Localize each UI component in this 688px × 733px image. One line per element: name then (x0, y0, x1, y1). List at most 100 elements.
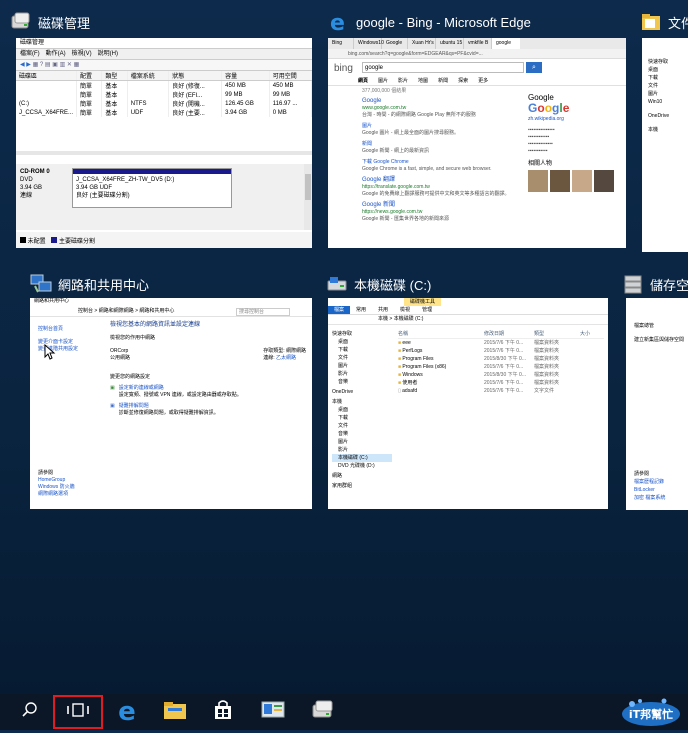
column-header[interactable]: 修改日期 (484, 330, 534, 338)
nav-item-selected[interactable]: 本機磁碟 (C:) (332, 454, 392, 462)
store-taskbar-button[interactable] (204, 694, 242, 730)
file-explorer-taskbar-button[interactable] (156, 694, 194, 730)
column-header[interactable]: 名稱 (398, 330, 484, 338)
window-disk-management[interactable]: 磁碟管理 磁碟管理 檔案(F) 動作(A) 檢視(V) 說明(H) ◀ ▶ ▦ … (10, 8, 312, 252)
browser-tab[interactable]: ubuntu 15 (436, 38, 464, 49)
column-header[interactable]: 類型 (101, 71, 128, 81)
sidebar-item[interactable]: 控制台首頁 (38, 326, 98, 333)
search-result[interactable]: Google 新聞 https://news.google.com.tw Goo… (362, 202, 512, 223)
nav-item[interactable]: 桌面 (332, 338, 392, 346)
nav-item[interactable]: OneDrive (332, 388, 392, 396)
address-url[interactable]: bing.com/search?q=google&form=EDGEAR&qs=… (348, 51, 483, 57)
browser-tab[interactable]: Google (382, 38, 408, 49)
window-local-disk-c[interactable]: 本機磁碟 (C:) 磁碟機工具 檔案 常用 共用 檢視 管理 本機 > 本機磁碟… (326, 270, 608, 510)
nav-item[interactable]: 音樂 (332, 378, 392, 386)
address-bar[interactable]: bing.com/search?q=google&form=EDGEAR&qs=… (328, 49, 626, 59)
ribbon-tab[interactable]: 常用 (350, 306, 372, 314)
file-row[interactable]: ■ Program Files (x86) 2015/7/6 下午 0... 檔案資… (398, 363, 604, 371)
nav-item[interactable]: 網路 (332, 472, 392, 480)
window-storage-spaces[interactable]: 儲存空 檔案總管 建立新集區與儲存空間 請參閱 檔案歷程記錄 BitLocker… (622, 270, 688, 510)
table-row[interactable]: 簡單 基本 良好 (修復... 450 MB 450 MB (16, 80, 312, 90)
nav-tab[interactable]: 網頁 (358, 77, 368, 85)
search-input[interactable]: google (362, 62, 524, 73)
file-row[interactable]: ■ eee 2015/7/6 下午 0... 檔案資料夾 (398, 339, 604, 347)
file-row[interactable]: ■ Program Files 2015/8/30 下午 0... 檔案資料夾 (398, 355, 604, 363)
menu-item[interactable]: 檔案(F) (20, 49, 40, 59)
bing-logo[interactable]: bing (334, 63, 353, 74)
search-result[interactable]: 下載 Google Chrome Google Chrome is a fast… (362, 159, 512, 173)
sidebar-item[interactable]: 下載 (648, 74, 688, 82)
search-button[interactable] (12, 694, 48, 730)
column-header[interactable]: 配置 (76, 71, 103, 81)
search-input[interactable]: 搜尋控制台 (236, 308, 290, 316)
nav-item[interactable]: 文件 (332, 354, 392, 362)
nav-item[interactable]: 快速存取 (332, 330, 392, 338)
nav-tab[interactable]: 更多 (478, 77, 488, 85)
disk-management-thumbnail[interactable]: 磁碟管理 檔案(F) 動作(A) 檢視(V) 說明(H) ◀ ▶ ▦ ? ▤ ▣… (16, 38, 312, 248)
table-row[interactable]: 簡單 基本 良好 (EFI... 99 MB 99 MB (16, 90, 312, 99)
browser-tab[interactable]: Windows10 (354, 38, 384, 49)
nav-item[interactable]: 下載 (332, 346, 392, 354)
disk-info[interactable]: CD-ROM 0 DVD 3.94 GB 連線 (20, 168, 68, 226)
ribbon-tab[interactable]: 管理 (416, 306, 438, 314)
nav-item[interactable]: 桌面 (332, 406, 392, 414)
search-result[interactable]: 新聞 Google 新聞 - 網上的最新資訊 (362, 141, 512, 155)
file-row[interactable]: ■ 使用者 2015/7/6 下午 0... 檔案資料夾 (398, 379, 604, 387)
search-result[interactable]: Google 翻譯 https://translate.google.com.t… (362, 177, 512, 198)
disk-management-taskbar-button[interactable] (304, 694, 342, 730)
column-header[interactable]: 檔案系統 (127, 71, 170, 81)
knowledge-panel[interactable]: Google Google zh.wikipedia.org ▪▪▪▪▪▪▪▪▪… (528, 94, 620, 244)
column-header[interactable]: 類型 (534, 330, 580, 338)
toolbar-icons[interactable]: ▦ ? ▤ ▣ ▥ ✕ ▦ (33, 62, 80, 68)
task-item[interactable]: ▣ 疑難排解問題 診斷並修復網路問題，或取得疑難排解資訊。 (110, 403, 306, 417)
browser-tab[interactable]: Bing (328, 38, 354, 49)
volume-block[interactable]: J_CCSA_X64FRE_ZH-TW_DV5 (D:) 3.94 GB UDF… (72, 168, 232, 208)
search-result[interactable]: Google www.google.com.tw 台灣 - 時間 - 的網際網路… (362, 98, 512, 119)
address-bar[interactable]: 本機 > 本機磁碟 (C:) (328, 315, 608, 325)
nav-item[interactable]: 影片 (332, 370, 392, 378)
ribbon-tab-file[interactable]: 檔案 (328, 306, 351, 314)
see-also-item[interactable]: BitLocker (634, 486, 688, 494)
nav-tab[interactable]: 地圖 (418, 77, 428, 85)
control-panel-taskbar-button[interactable] (254, 694, 292, 730)
window-network-sharing[interactable]: 網路和共用中心 網路和共用中心 控制台 > 網路和網際網路 > 網路和共用中心 … (30, 270, 312, 510)
nav-item[interactable]: 圖片 (332, 362, 392, 370)
column-header[interactable]: 容量 (221, 71, 270, 81)
edge-thumbnail[interactable]: Bing Windows10 Google Xuan Hr's ubuntu 1… (328, 38, 626, 248)
see-also-item[interactable]: 加密 檔案系統 (634, 494, 688, 502)
documents-thumbnail[interactable]: 快速存取 桌面 下載 文件 圖片 Win10 OneDrive 本機 (642, 38, 688, 252)
nav-item[interactable]: 家用群組 (332, 482, 392, 490)
see-also-item[interactable]: Windows 防火牆 (38, 484, 75, 491)
browser-tab-active[interactable]: google (492, 38, 520, 49)
nav-tab[interactable]: 影片 (398, 77, 408, 85)
column-header[interactable]: 狀態 (168, 71, 223, 81)
nav-tab[interactable]: 探索 (458, 77, 468, 85)
sidebar-item[interactable]: 圖片 (648, 90, 688, 98)
person-image[interactable] (594, 170, 614, 192)
see-also-item[interactable]: 網際網路選項 (38, 491, 75, 498)
file-row[interactable]: ■ Windows 2015/8/30 下午 0... 檔案資料夾 (398, 371, 604, 379)
nav-item[interactable]: 本機 (332, 398, 392, 406)
sidebar-item[interactable]: 建立新集區與儲存空間 (634, 336, 688, 344)
person-image[interactable] (528, 170, 548, 192)
file-row[interactable]: ■ PerfLogs 2015/7/6 下午 0... 檔案資料夾 (398, 347, 604, 355)
window-edge[interactable]: e google - Bing - Microsoft Edge Bing Wi… (328, 8, 628, 252)
explorer-thumbnail[interactable]: 磁碟機工具 檔案 常用 共用 檢視 管理 本機 > 本機磁碟 (C:) 快速存取… (328, 298, 608, 509)
table-row[interactable]: J_CCSA_X64FRE... 簡單 基本 UDF 良好 (主要... 3.94 GB 0… (16, 108, 312, 117)
nav-item[interactable]: 文件 (332, 422, 392, 430)
nav-item[interactable]: 影片 (332, 446, 392, 454)
connection-link[interactable]: 乙太網路 (276, 355, 296, 361)
menu-item[interactable]: 動作(A) (46, 49, 66, 59)
task-view-button[interactable] (53, 695, 103, 729)
nav-item[interactable]: 圖片 (332, 438, 392, 446)
menu-item[interactable]: 檢視(V) (72, 49, 92, 59)
scrollbar[interactable] (304, 164, 312, 230)
browser-tab[interactable]: Xuan Hr's (408, 38, 436, 49)
task-item[interactable]: ▣ 設定新的連線或網路 設定寬頻、撥號或 VPN 連線，或設定路由器或存取點。 (110, 385, 306, 399)
table-row[interactable]: (C:) 簡單 基本 NTFS 良好 (開機... 126.45 GB 116.97 ... (16, 99, 312, 108)
sidebar-item[interactable]: 桌面 (648, 66, 688, 74)
kp-source[interactable]: zh.wikipedia.org (528, 116, 620, 123)
ribbon-tab[interactable]: 共用 (372, 306, 394, 314)
sidebar-item[interactable]: 文件 (648, 82, 688, 90)
search-result[interactable]: 圖片 Google 圖片 - 網上最全面的圖片搜尋服務。 (362, 123, 512, 137)
